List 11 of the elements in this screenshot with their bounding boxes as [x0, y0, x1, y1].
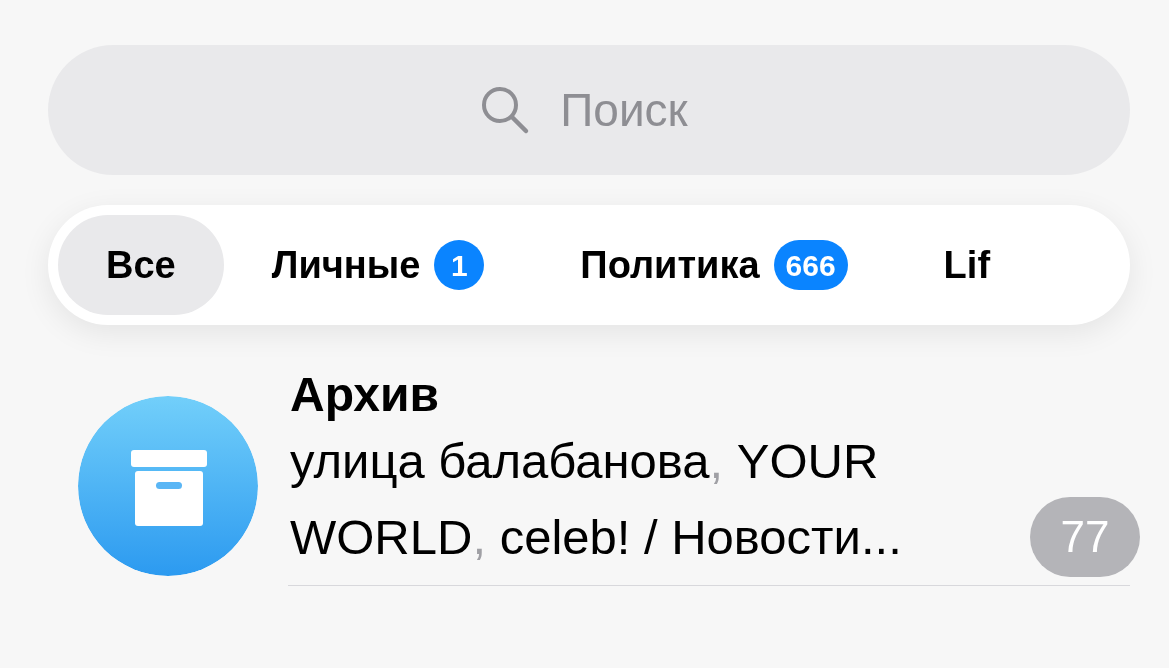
- folder-tab[interactable]: Личные 1: [223, 215, 533, 315]
- folder-tab[interactable]: Политика 666: [532, 215, 896, 315]
- message-preview: улица балабанова, YOUR WORLD, celeb! / Новости...: [290, 433, 903, 566]
- search-field[interactable]: Поиск: [48, 45, 1130, 175]
- chat-title: Архив: [290, 367, 441, 423]
- unread-count: 666: [773, 240, 848, 290]
- unread-count: 77: [1030, 497, 1140, 577]
- archive-icon: [78, 396, 258, 576]
- folder-tab[interactable]: Все: [58, 215, 224, 315]
- folder-tab[interactable]: Lif: [895, 215, 1039, 315]
- unread-count: 1: [434, 240, 485, 290]
